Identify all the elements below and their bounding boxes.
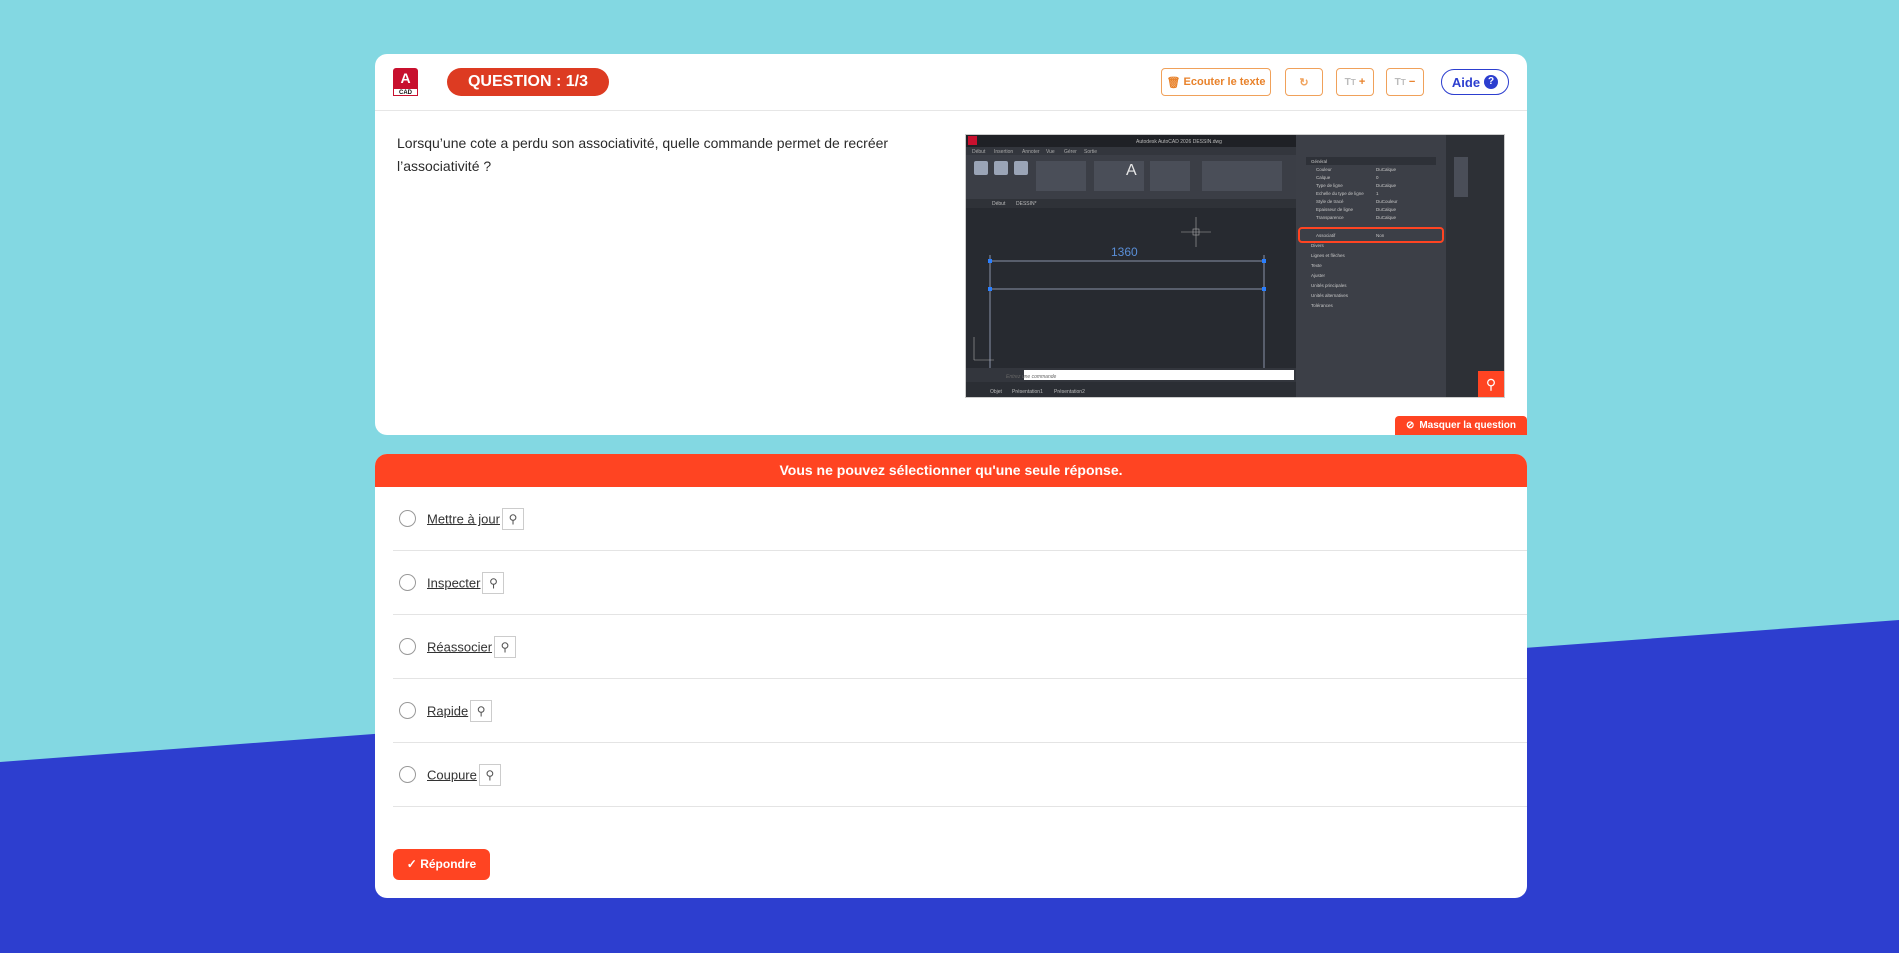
speaker-icon: 🗑 xyxy=(1166,76,1181,89)
answer-label-wrap[interactable]: Inspecter ⚲ xyxy=(427,572,505,595)
search-icon[interactable]: ⚲ xyxy=(478,764,501,786)
submit-label: Répondre xyxy=(420,857,477,871)
eye-slash-icon: ⊘ xyxy=(1405,420,1415,431)
section-header: Divers xyxy=(1311,243,1325,248)
ribbon-tab: Sortie xyxy=(1084,149,1097,155)
zoom-image-button[interactable]: ⚲ xyxy=(1478,371,1504,397)
check-icon: ✓ xyxy=(406,857,417,871)
answer-label-wrap[interactable]: Mettre à jour ⚲ xyxy=(427,508,524,531)
answer-option[interactable]: Inspecter ⚲ xyxy=(393,551,1527,615)
cad-title: Autodesk AutoCAD 2026 DESSIN.dwg xyxy=(1136,139,1222,145)
answer-label[interactable]: Mettre à jour xyxy=(427,511,500,526)
prop-name: Couleur xyxy=(1316,167,1332,172)
answer-label[interactable]: Coupure xyxy=(427,767,477,782)
answer-radio[interactable] xyxy=(399,766,416,783)
section-header: Ajuster xyxy=(1311,273,1326,278)
highlight-prop-value: Non xyxy=(1376,233,1385,238)
answer-label-wrap[interactable]: Coupure ⚲ xyxy=(427,764,501,787)
help-label: Aide xyxy=(1451,74,1481,90)
ribbon-tab: Gérer xyxy=(1064,149,1077,155)
answer-option[interactable]: Rapide ⚲ xyxy=(393,679,1527,743)
help-button[interactable]: Aide ? xyxy=(1441,69,1509,95)
prop-value: DuCalque xyxy=(1376,207,1397,212)
section-header: Unités principales xyxy=(1311,283,1347,288)
answer-label-wrap[interactable]: Rapide ⚲ xyxy=(427,700,493,723)
layout-tab: Présentation1 xyxy=(1012,389,1043,395)
dimension-value: 1360 xyxy=(1111,245,1138,259)
hide-question-label: Masquer la question xyxy=(1419,420,1517,431)
font-plus-label: + xyxy=(1358,76,1366,88)
logo-sub: CAD xyxy=(393,88,418,96)
question-text: Lorsqu’une cote a perdu son associativit… xyxy=(397,135,889,174)
section-header: Texte xyxy=(1311,263,1322,268)
answer-radio[interactable] xyxy=(399,510,416,527)
answer-radio[interactable] xyxy=(399,702,416,719)
answer-option[interactable]: Réassocier ⚲ xyxy=(393,615,1527,679)
prop-name: Style de tracé xyxy=(1316,199,1344,204)
question-image[interactable]: Autodesk AutoCAD 2026 DESSIN.dwg Début I… xyxy=(965,134,1505,398)
prop-name: Echelle du type de ligne xyxy=(1316,191,1364,196)
search-icon[interactable]: ⚲ xyxy=(501,508,524,530)
ribbon-tab: Annoter xyxy=(1022,149,1040,155)
search-icon[interactable]: ⚲ xyxy=(482,572,505,594)
answer-radio[interactable] xyxy=(399,638,416,655)
prop-value: DuCalque xyxy=(1376,183,1397,188)
font-size-icon: TT xyxy=(1344,76,1356,88)
search-icon[interactable]: ⚲ xyxy=(470,700,493,722)
ribbon-tab: Début xyxy=(972,149,986,155)
decrease-font-button[interactable]: TT − xyxy=(1386,68,1424,96)
increase-font-button[interactable]: TT + xyxy=(1336,68,1374,96)
autocad-screenshot: Autodesk AutoCAD 2026 DESSIN.dwg Début I… xyxy=(966,135,1504,397)
reload-icon: ↻ xyxy=(1299,76,1309,89)
reload-button[interactable]: ↻ xyxy=(1285,68,1323,96)
prop-name: Type de ligne xyxy=(1316,183,1343,188)
answer-label[interactable]: Inspecter xyxy=(427,575,480,590)
answer-label[interactable]: Réassocier xyxy=(427,639,492,654)
section-header: Unités alternatives xyxy=(1311,293,1349,298)
answers-card: Vous ne pouvez sélectionner qu'une seule… xyxy=(375,454,1527,898)
layout-tab: Présentation2 xyxy=(1054,389,1085,395)
prop-name: Transparence xyxy=(1316,215,1344,220)
doc-tab: Début xyxy=(992,201,1006,207)
section-header: Lignes et flèches xyxy=(1311,253,1346,258)
doc-tab: DESSIN* xyxy=(1016,201,1037,207)
listen-text-button[interactable]: 🗑 Ecouter le texte xyxy=(1161,68,1271,96)
answer-option[interactable]: Coupure ⚲ xyxy=(393,743,1527,807)
question-card: A CAD QUESTION : 1/3 🗑 Ecouter le texte … xyxy=(375,54,1527,435)
highlight-prop-name: Associatif xyxy=(1316,233,1336,238)
answer-label[interactable]: Rapide xyxy=(427,703,468,718)
prop-name: Epaisseur de ligne xyxy=(1316,207,1354,212)
prop-value: DuCalque xyxy=(1376,167,1397,172)
question-mark-icon: ? xyxy=(1484,75,1499,89)
command-input: Entrez une commande xyxy=(1006,374,1057,380)
answers-instruction: Vous ne pouvez sélectionner qu'une seule… xyxy=(375,454,1527,487)
listen-text-label: Ecouter le texte xyxy=(1183,76,1266,88)
question-header: A CAD QUESTION : 1/3 🗑 Ecouter le texte … xyxy=(375,54,1527,111)
submit-answer-button[interactable]: ✓ Répondre xyxy=(393,849,490,880)
prop-name: Calque xyxy=(1316,175,1331,180)
font-size-icon: TT xyxy=(1394,76,1406,88)
font-minus-label: − xyxy=(1408,76,1416,88)
magnifier-icon: ⚲ xyxy=(1485,376,1497,392)
ribbon-tab: Insertion xyxy=(994,149,1013,155)
svg-text:A: A xyxy=(1126,162,1137,179)
answer-radio[interactable] xyxy=(399,574,416,591)
prop-value: DuCouleur xyxy=(1376,199,1398,204)
hide-question-button[interactable]: ⊘ Masquer la question xyxy=(1395,416,1527,435)
answer-label-wrap[interactable]: Réassocier ⚲ xyxy=(427,636,517,659)
answer-option[interactable]: Mettre à jour ⚲ xyxy=(393,487,1527,551)
section-header: Tolérances xyxy=(1311,303,1334,308)
question-counter-badge: QUESTION : 1/3 xyxy=(447,68,609,96)
ribbon-tab: Vue xyxy=(1046,149,1055,155)
section-header: Général xyxy=(1311,159,1327,164)
prop-value: DuCalque xyxy=(1376,215,1397,220)
layout-tab: Objet xyxy=(990,389,1003,395)
search-icon[interactable]: ⚲ xyxy=(494,636,517,658)
autocad-logo-icon: A CAD xyxy=(393,68,418,96)
